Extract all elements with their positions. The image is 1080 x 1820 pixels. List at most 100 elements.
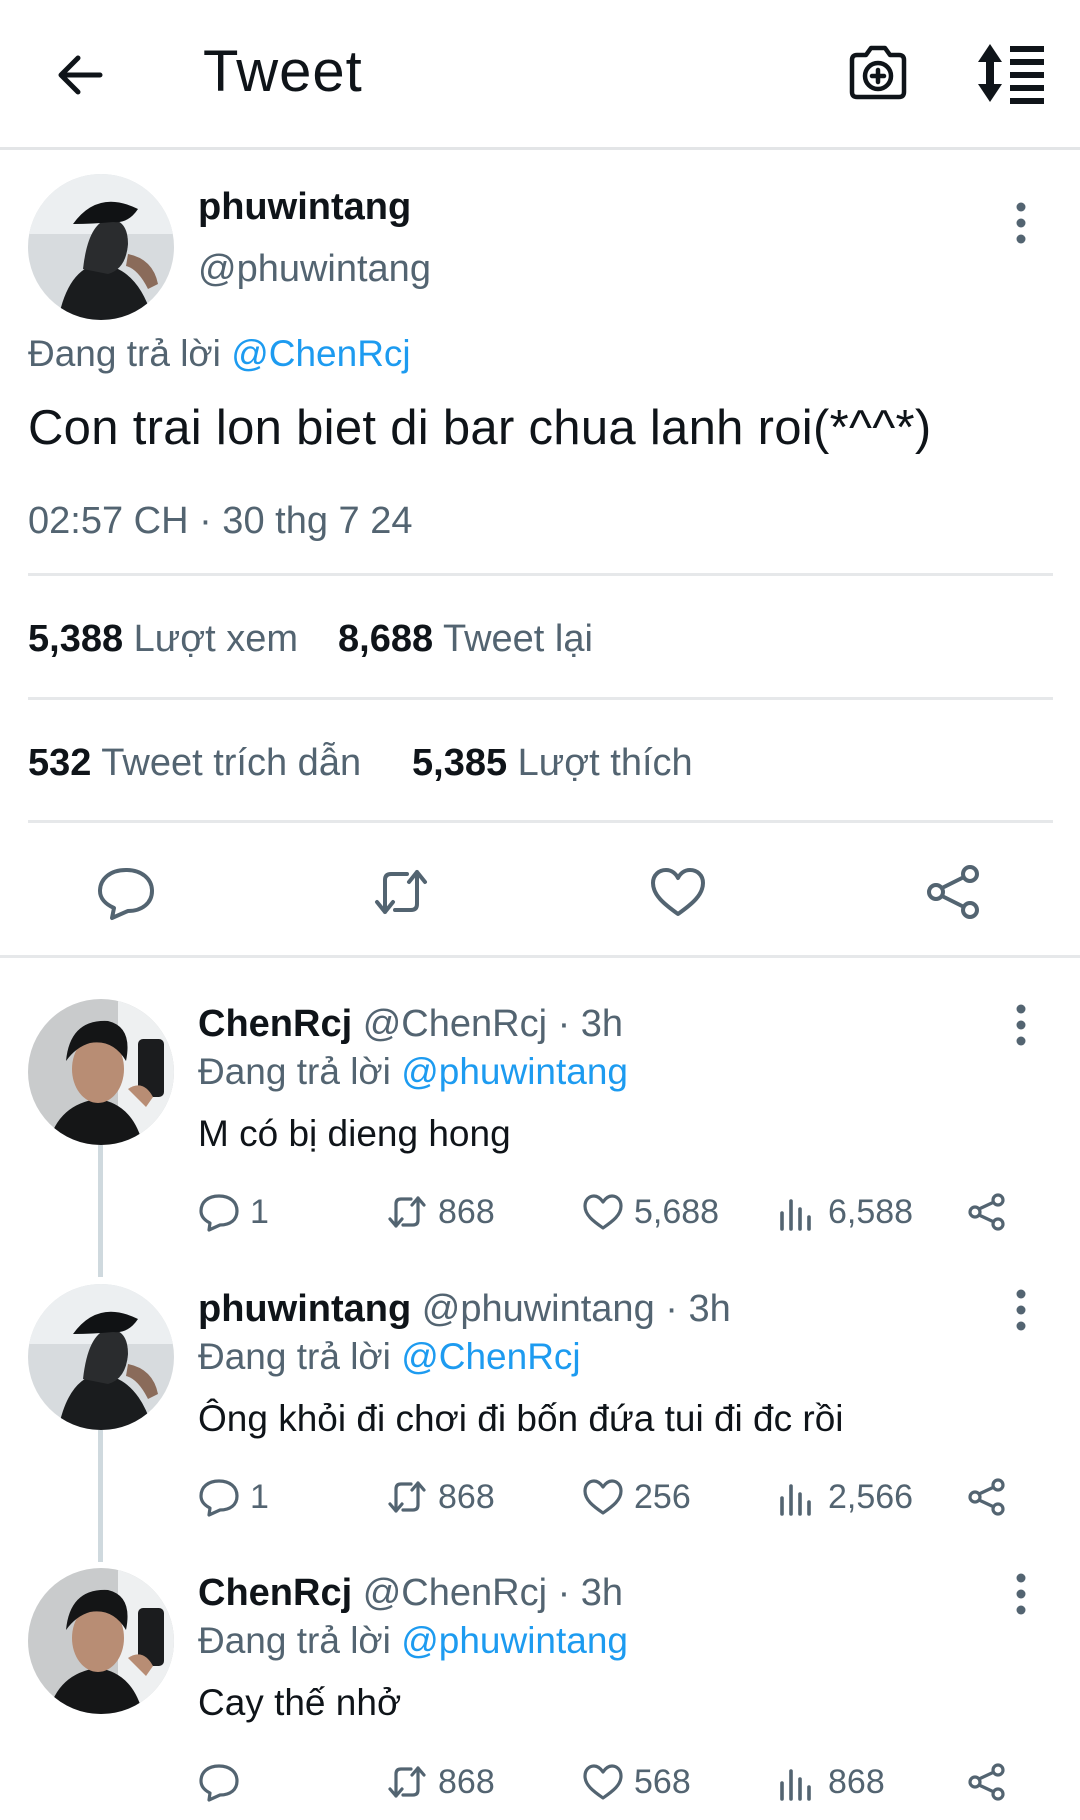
tweet-text: Con trai lon biet di bar chua lanh roi(*… [28, 401, 932, 455]
reply-text: Ông khỏi đi chơi đi bốn đứa tui đi đc rồ… [198, 1398, 844, 1439]
reply-count: 1 [250, 1192, 269, 1231]
avatar[interactable] [28, 999, 174, 1145]
quotes-label: Tweet trích dẫn [101, 742, 362, 784]
share-action[interactable] [966, 1475, 1018, 1519]
reply-action[interactable] [198, 1760, 250, 1804]
sort-icon[interactable] [976, 42, 1048, 104]
reply-icon [199, 1194, 239, 1232]
reply-text: Cay thế nhở [198, 1682, 402, 1723]
retweets-count: 8,688 [338, 618, 434, 660]
reply-author-name[interactable]: ChenRcj [198, 1003, 352, 1045]
more-options-icon[interactable] [1006, 1287, 1036, 1333]
like-icon [583, 1479, 623, 1515]
share-icon [968, 1193, 1005, 1231]
section-divider [0, 955, 1080, 958]
views-chart-icon [780, 1484, 811, 1516]
reply-count: 1 [250, 1477, 269, 1516]
retweet-icon[interactable] [371, 862, 431, 922]
like-action[interactable]: 568 [582, 1760, 691, 1804]
views-chart-icon [780, 1199, 811, 1231]
retweet-icon [388, 1481, 426, 1513]
share-icon[interactable] [924, 862, 984, 922]
like-count: 568 [634, 1762, 691, 1801]
retweet-icon [388, 1196, 426, 1228]
reply-author-handle[interactable]: @ChenRcj · 3h [363, 1003, 623, 1045]
likes-label: Lượt thích [517, 742, 693, 784]
reply-action[interactable]: 1 [198, 1475, 269, 1519]
reply-action[interactable]: 1 [198, 1190, 269, 1234]
reply-icon [199, 1764, 239, 1802]
likes-stat[interactable]: 5,385 Lượt thích [412, 742, 693, 785]
author-handle[interactable]: @phuwintang [198, 248, 431, 291]
more-options-icon[interactable] [1006, 1002, 1036, 1048]
share-action[interactable] [966, 1760, 1018, 1804]
avatar[interactable] [28, 1284, 174, 1430]
replying-to: Đang trả lời @phuwintang [198, 1620, 628, 1662]
thread-line [98, 1430, 103, 1562]
more-options-icon[interactable] [1006, 1571, 1036, 1617]
reply-header: phuwintang @phuwintang · 3h [198, 1288, 731, 1331]
retweet-icon [388, 1766, 426, 1798]
reply-header: ChenRcj @ChenRcj · 3h [198, 1572, 623, 1615]
like-icon [583, 1764, 623, 1800]
author-name[interactable]: phuwintang [198, 186, 411, 229]
view-count: 6,588 [828, 1192, 914, 1231]
share-icon [968, 1763, 1005, 1801]
reply-author-handle[interactable]: @ChenRcj · 3h [363, 1572, 623, 1614]
share-icon [968, 1478, 1005, 1516]
thread-line [98, 1145, 103, 1277]
reply-header: ChenRcj @ChenRcj · 3h [198, 1003, 623, 1046]
views-action[interactable]: 868 [776, 1760, 885, 1804]
retweet-count: 868 [438, 1192, 495, 1231]
retweet-action[interactable]: 868 [386, 1475, 495, 1519]
share-action[interactable] [966, 1190, 1018, 1234]
divider [28, 820, 1053, 823]
top-app-bar: Tweet [0, 0, 1080, 150]
like-action[interactable]: 256 [582, 1475, 691, 1519]
avatar[interactable] [28, 174, 174, 320]
retweet-count: 868 [438, 1477, 495, 1516]
retweet-action[interactable]: 868 [386, 1190, 495, 1234]
page-title: Tweet [203, 39, 363, 104]
replying-to-link[interactable]: @phuwintang [401, 1620, 628, 1661]
quotes-stat[interactable]: 532 Tweet trích dẫn [28, 742, 361, 785]
avatar[interactable] [28, 1568, 174, 1714]
views-chart-icon [780, 1769, 811, 1801]
reply-author-name[interactable]: phuwintang [198, 1288, 411, 1330]
replying-prefix: Đang trả lời [198, 1051, 391, 1092]
view-count: 868 [828, 1762, 885, 1801]
reply-author-handle[interactable]: @phuwintang · 3h [422, 1288, 731, 1330]
views-stat[interactable]: 5,388 Lượt xem [28, 618, 298, 661]
retweets-label: Tweet lại [442, 618, 593, 660]
like-count: 5,688 [634, 1192, 720, 1231]
tweet-timestamp: 02:57 CH · 30 thg 7 24 [28, 500, 413, 542]
like-count: 256 [634, 1477, 691, 1516]
views-action[interactable]: 2,566 [776, 1475, 913, 1519]
back-arrow-icon[interactable] [50, 45, 110, 105]
replying-to: Đang trả lời @ChenRcj [28, 333, 411, 375]
replying-prefix: Đang trả lời [198, 1336, 391, 1377]
replying-to-link[interactable]: @ChenRcj [231, 333, 410, 374]
reply-text: M có bị dieng hong [198, 1113, 511, 1154]
like-icon[interactable] [648, 862, 708, 922]
reply-icon[interactable] [96, 862, 156, 922]
views-label: Lượt xem [133, 618, 299, 660]
divider [28, 573, 1053, 576]
replying-to: Đang trả lời @ChenRcj [198, 1336, 581, 1378]
camera-add-icon[interactable] [846, 40, 910, 104]
reply-author-name[interactable]: ChenRcj [198, 1572, 352, 1614]
views-count: 5,388 [28, 618, 124, 660]
quotes-count: 532 [28, 742, 92, 784]
views-action[interactable]: 6,588 [776, 1190, 913, 1234]
replying-to: Đang trả lời @phuwintang [198, 1051, 628, 1093]
likes-count: 5,385 [412, 742, 508, 784]
retweets-stat[interactable]: 8,688 Tweet lại [338, 618, 593, 661]
retweet-action[interactable]: 868 [386, 1760, 495, 1804]
replying-to-link[interactable]: @ChenRcj [401, 1336, 580, 1377]
replying-to-link[interactable]: @phuwintang [401, 1051, 628, 1092]
replying-prefix: Đang trả lời [28, 333, 221, 374]
more-options-icon[interactable] [1006, 200, 1036, 246]
like-action[interactable]: 5,688 [582, 1190, 719, 1234]
like-icon [583, 1194, 623, 1230]
replying-prefix: Đang trả lời [198, 1620, 391, 1661]
